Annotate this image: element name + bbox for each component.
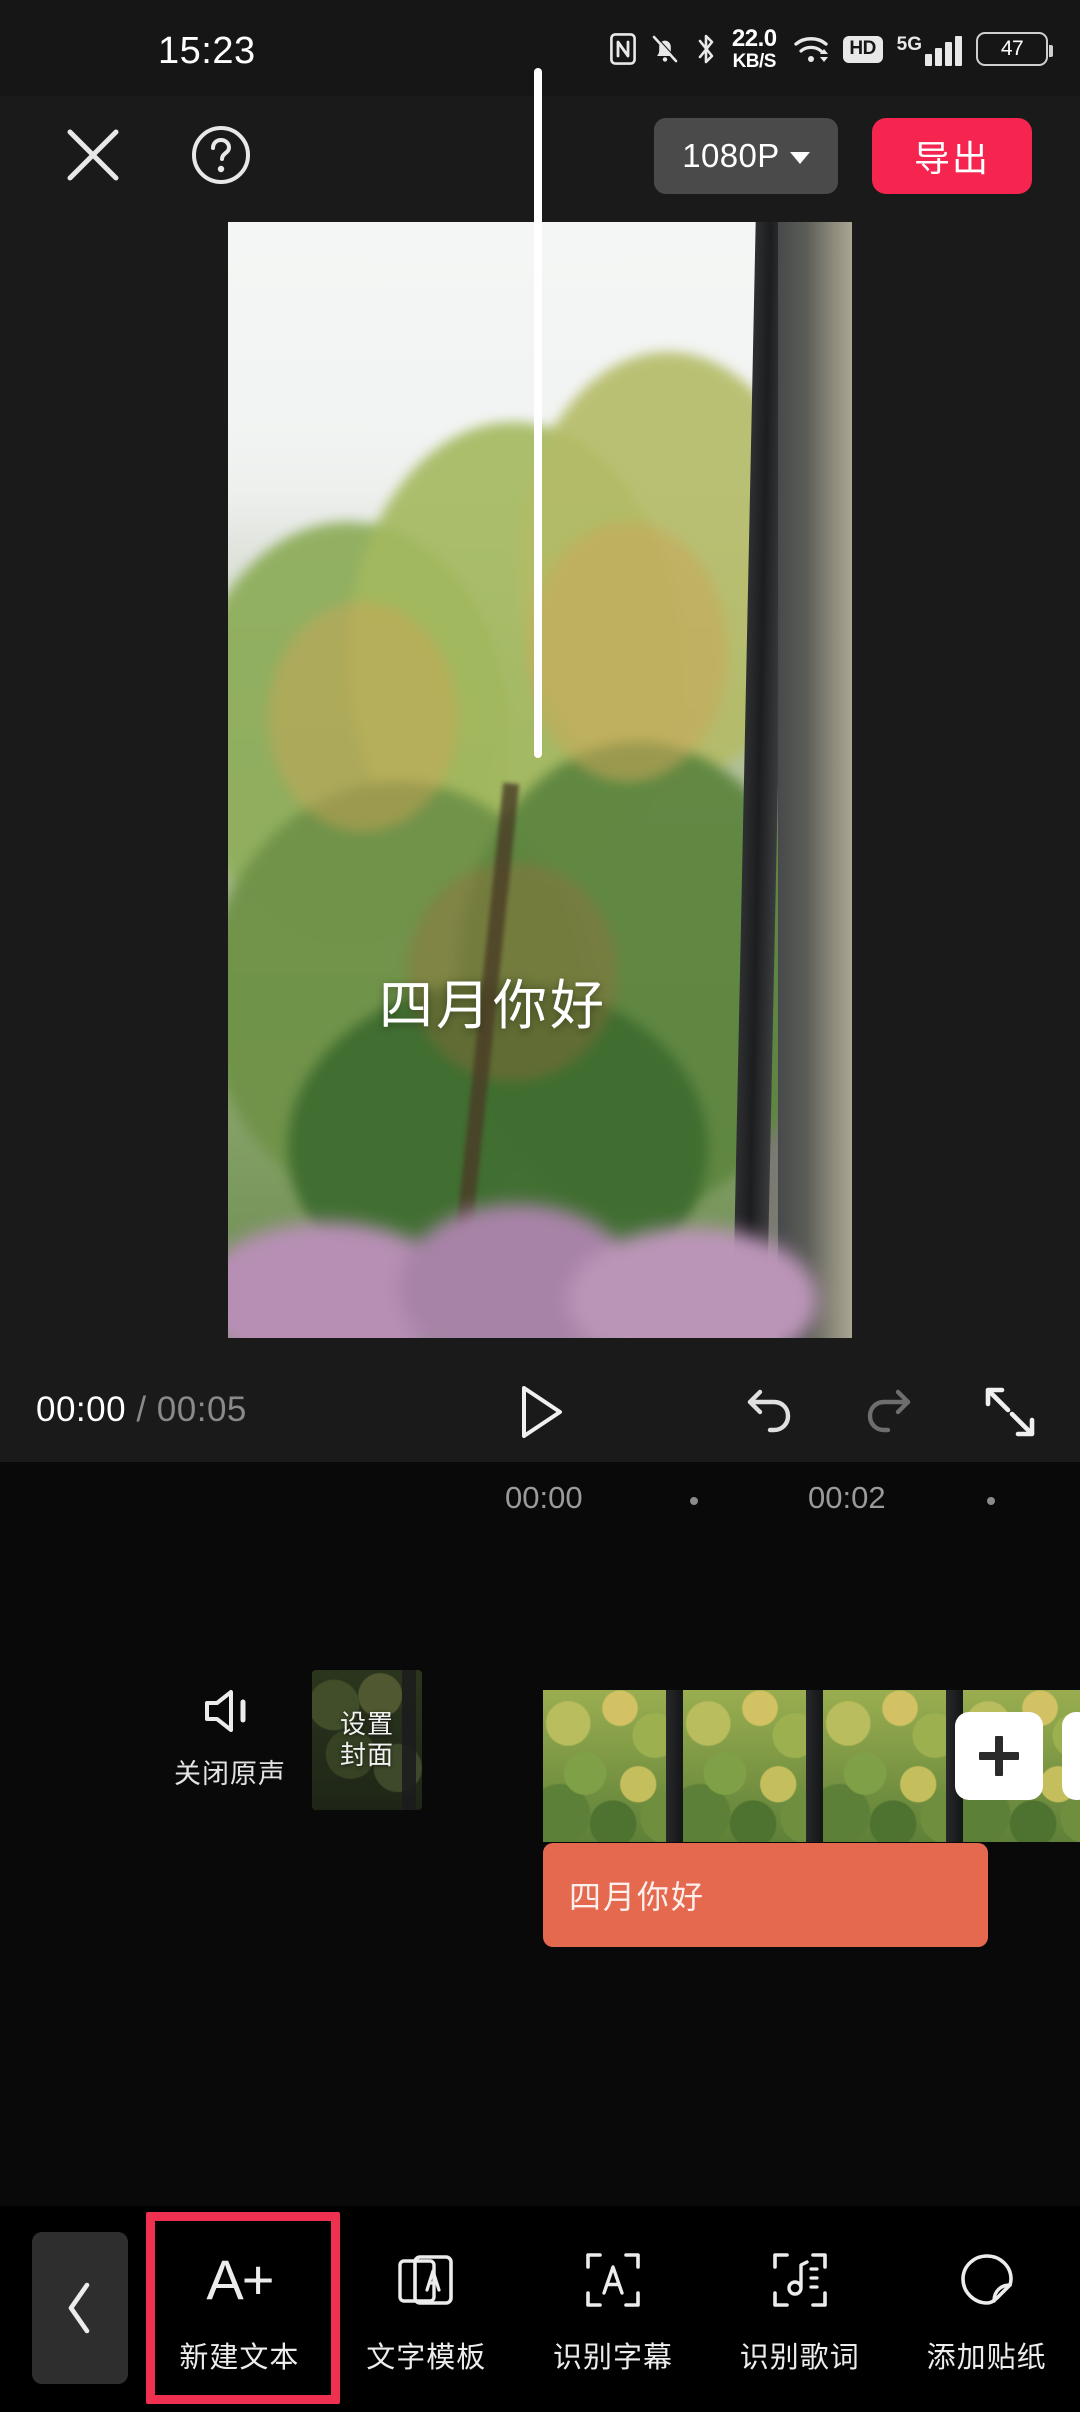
wall-edge bbox=[778, 222, 852, 1338]
add-clip-button[interactable] bbox=[955, 1712, 1043, 1800]
nfc-icon bbox=[610, 33, 636, 65]
time-display: 00:00 / 00:05 bbox=[36, 1390, 247, 1430]
set-cover-label: 设置 封面 bbox=[340, 1709, 394, 1770]
clip-frame bbox=[543, 1690, 683, 1842]
redo-icon[interactable] bbox=[860, 1384, 918, 1442]
network-speed: 22.0 KB/S bbox=[731, 25, 777, 72]
hd-icon: HD bbox=[842, 35, 883, 63]
add-text-glyph: A+ bbox=[206, 2248, 274, 2311]
set-cover-button[interactable]: 设置 封面 bbox=[312, 1670, 422, 1810]
bottom-toolbar-items: A+ 新建文本 文字模板 识别字幕 识别歌词 添加贴纸 bbox=[146, 2206, 1080, 2412]
ruler-tick-1: 00:02 bbox=[808, 1480, 886, 1515]
bottom-item-label: 识别歌词 bbox=[739, 2342, 860, 2374]
plus-icon bbox=[979, 1736, 1019, 1776]
clip-frame bbox=[683, 1690, 823, 1842]
bottom-item-auto-lyrics[interactable]: 识别歌词 bbox=[706, 2206, 893, 2412]
set-cover-label-line1: 设置 bbox=[339, 1709, 394, 1740]
auto-captions-icon bbox=[582, 2242, 644, 2318]
text-clip[interactable]: 四月你好 bbox=[543, 1843, 988, 1947]
ruler-dot-1 bbox=[690, 1497, 698, 1505]
bottom-toolbar: A+ 新建文本 文字模板 识别字幕 识别歌词 添加贴纸 bbox=[0, 2206, 1080, 2412]
help-icon[interactable] bbox=[190, 124, 252, 186]
play-icon[interactable] bbox=[510, 1382, 570, 1442]
sticker-icon bbox=[956, 2242, 1018, 2318]
add-text-icon: A+ bbox=[206, 2242, 274, 2318]
text-template-icon bbox=[395, 2242, 457, 2318]
playback-bar: 00:00 / 00:05 bbox=[0, 1362, 1080, 1462]
speaker-mute-icon bbox=[150, 1680, 310, 1742]
playhead[interactable] bbox=[534, 68, 542, 758]
status-clock: 15:23 bbox=[158, 30, 256, 72]
bottom-item-label: 新建文本 bbox=[179, 2342, 300, 2374]
status-icons: 22.0 KB/S HD 5G 47 bbox=[610, 25, 1053, 72]
signal-icon: 5G bbox=[897, 32, 962, 66]
bottom-item-text-template[interactable]: 文字模板 bbox=[333, 2206, 520, 2412]
foreground-blur bbox=[228, 1204, 818, 1338]
bottom-item-label: 文字模板 bbox=[366, 2342, 487, 2374]
bottom-item-label: 识别字幕 bbox=[552, 2342, 673, 2374]
mute-label: 关闭原声 bbox=[174, 1759, 286, 1789]
bell-muted-icon bbox=[650, 33, 680, 65]
timeline-ruler[interactable]: 00:00 00:02 bbox=[0, 1462, 1080, 1532]
mute-original-audio-button[interactable]: 关闭原声 bbox=[150, 1680, 310, 1791]
bluetooth-icon bbox=[694, 32, 718, 66]
undo-icon[interactable] bbox=[740, 1384, 798, 1442]
text-clip-label: 四月你好 bbox=[569, 1879, 706, 1915]
cover-thumbnail-pole bbox=[402, 1670, 416, 1810]
close-icon[interactable] bbox=[62, 124, 124, 186]
auto-lyrics-icon bbox=[769, 2242, 831, 2318]
time-separator: / bbox=[136, 1390, 147, 1429]
clip-frame bbox=[823, 1690, 963, 1842]
resolution-selector[interactable]: 1080P bbox=[654, 118, 838, 194]
current-time: 00:00 bbox=[36, 1390, 127, 1429]
overlay-text[interactable]: 四月你好 bbox=[0, 961, 986, 1040]
bottom-item-new-text[interactable]: A+ 新建文本 bbox=[146, 2206, 333, 2412]
bottom-item-label: 添加贴纸 bbox=[926, 2342, 1047, 2374]
bottom-item-add-sticker[interactable]: 添加贴纸 bbox=[893, 2206, 1080, 2412]
video-editor-screen: 15:23 22.0 KB/S HD 5G 47 1080P 导出 四月你好 0… bbox=[0, 0, 1080, 2412]
export-button[interactable]: 导出 bbox=[872, 118, 1032, 194]
add-clip-edge bbox=[1062, 1712, 1080, 1800]
set-cover-label-line2: 封面 bbox=[339, 1740, 394, 1770]
ruler-tick-0: 00:00 bbox=[505, 1480, 583, 1515]
battery-icon: 47 bbox=[976, 32, 1053, 66]
tree-canopy bbox=[228, 222, 818, 1338]
ruler-dot-2 bbox=[987, 1497, 995, 1505]
export-label: 导出 bbox=[913, 138, 990, 179]
chevron-down-icon bbox=[789, 152, 810, 164]
bottom-item-auto-captions[interactable]: 识别字幕 bbox=[520, 2206, 707, 2412]
resolution-label: 1080P bbox=[682, 137, 780, 174]
fullscreen-icon[interactable] bbox=[982, 1384, 1038, 1440]
wifi-icon bbox=[793, 34, 829, 64]
back-button[interactable] bbox=[32, 2232, 128, 2384]
total-time: 00:05 bbox=[156, 1390, 247, 1429]
